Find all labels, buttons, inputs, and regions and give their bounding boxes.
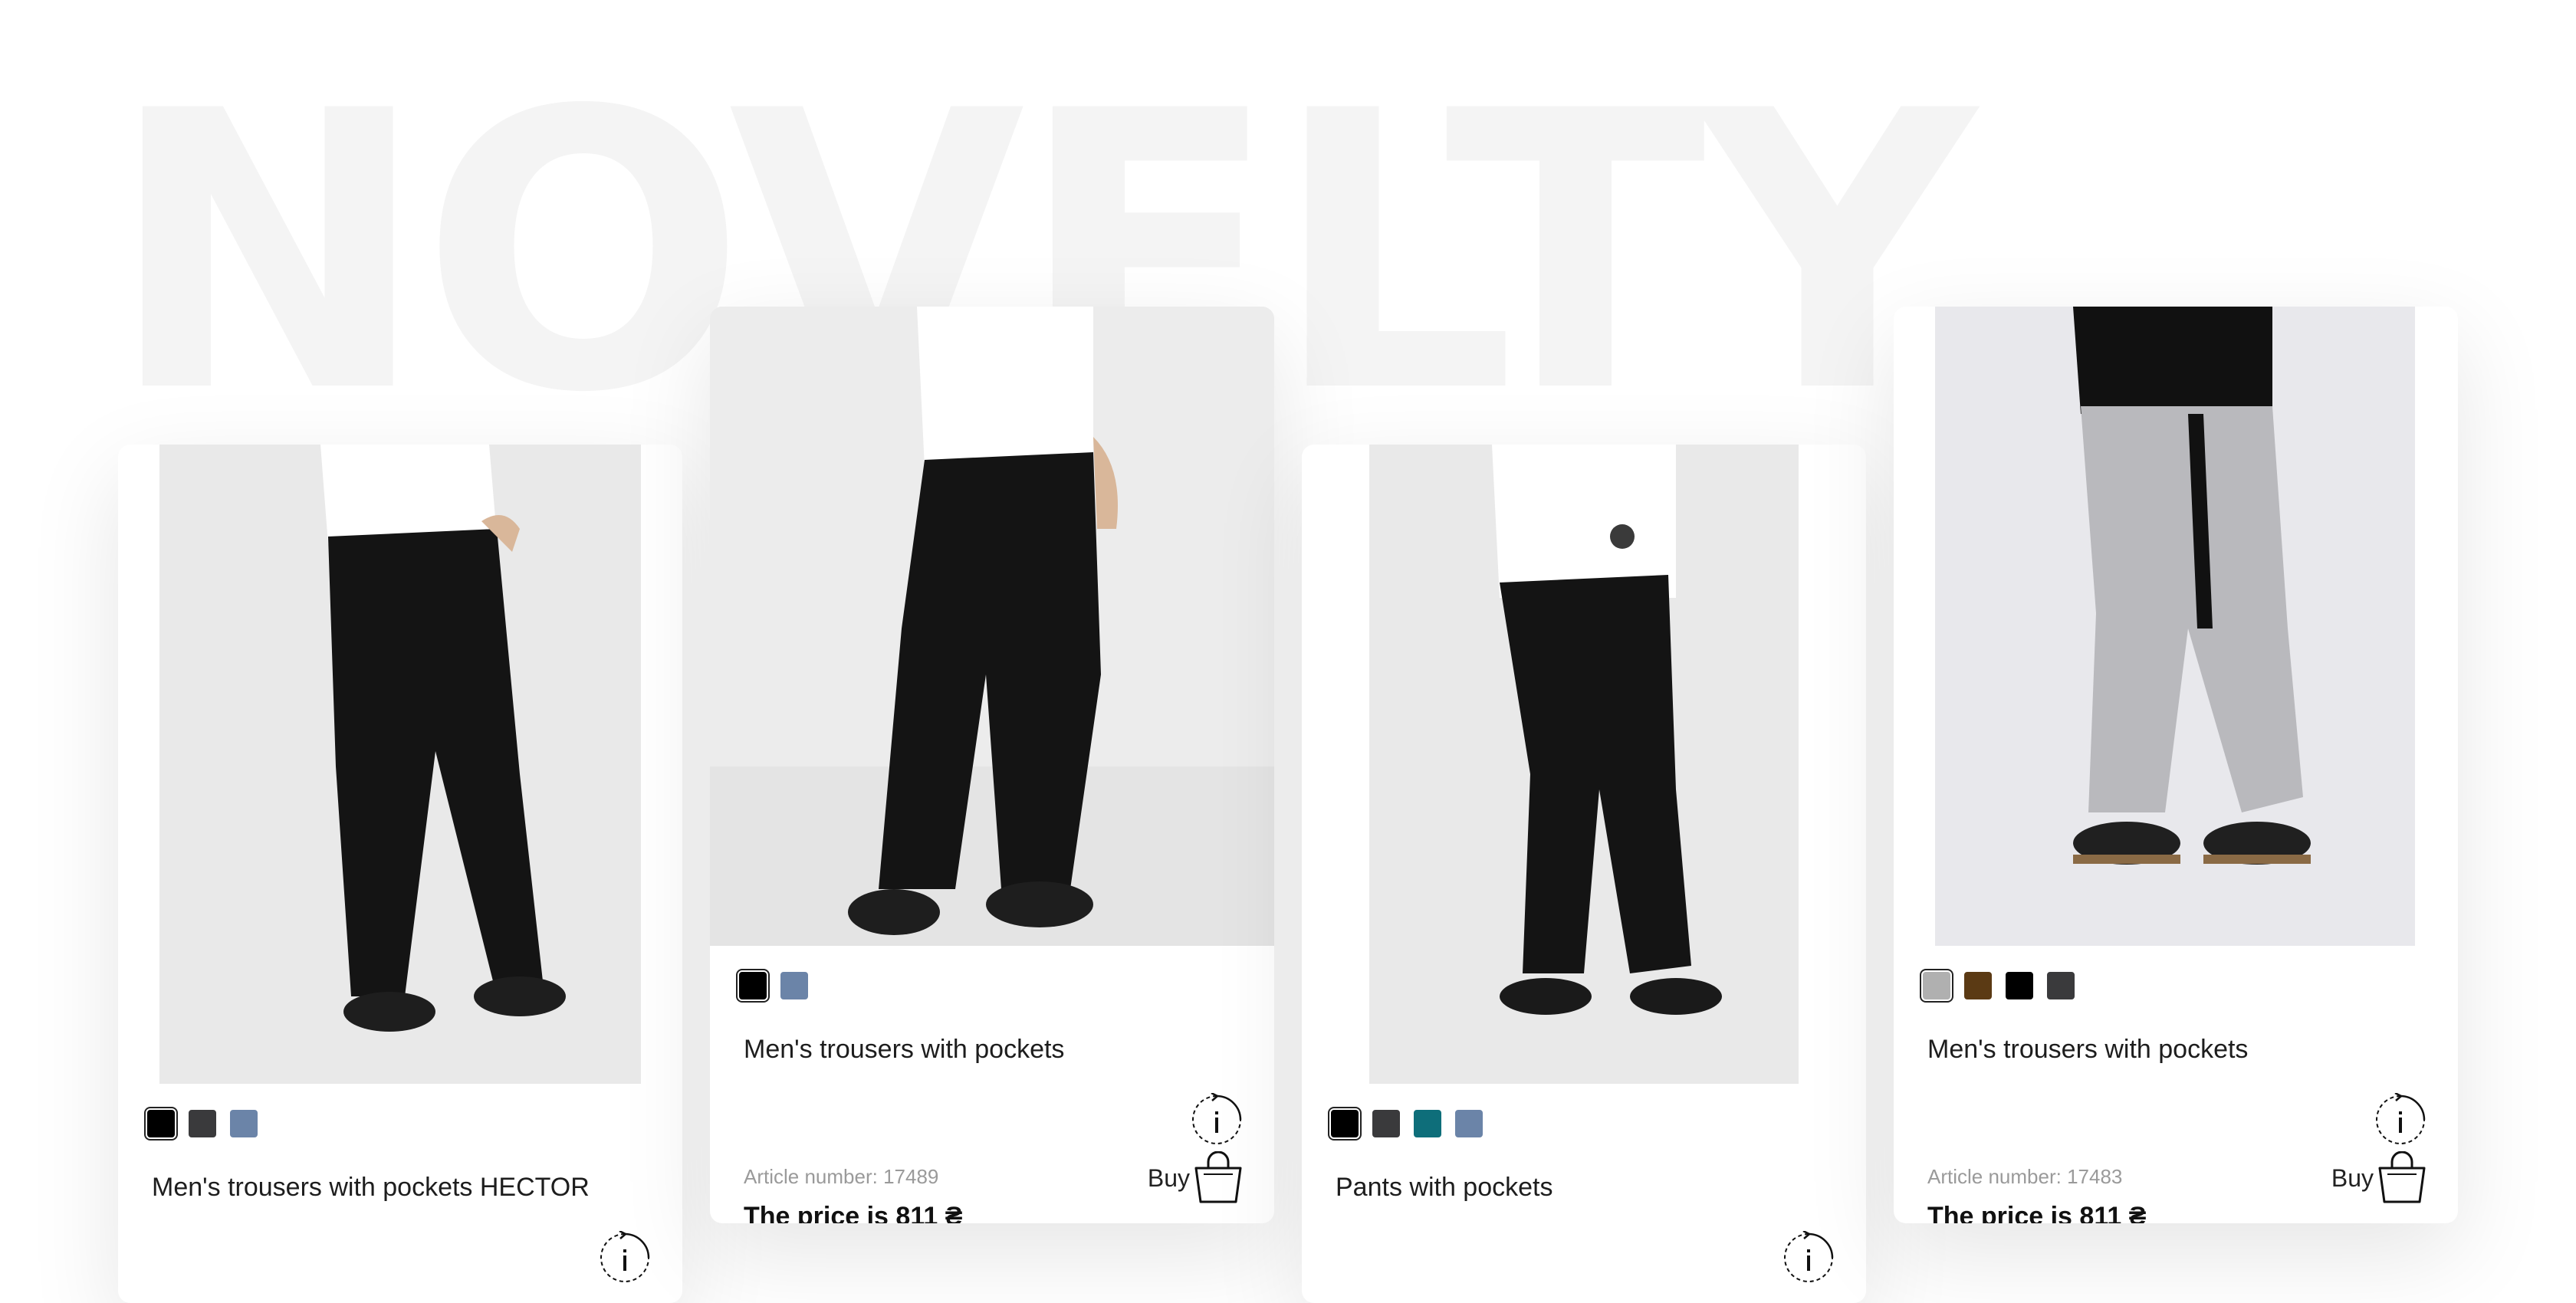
swatch-graphite[interactable] [2045,970,2076,1001]
color-swatches [1329,1108,1484,1139]
shopping-bag-icon [2378,1151,2426,1203]
product-card[interactable]: Men's trousers with pockets Article numb… [1894,307,2458,1223]
price: The price is 811 ₴ [744,1202,963,1223]
price: The price is 811 ₴ [1927,1202,2147,1223]
color-swatches [738,970,810,1001]
color-swatches [1921,970,2076,1001]
swatch-black[interactable] [2004,970,2035,1001]
color-swatches [146,1108,259,1139]
product-title[interactable]: Men's trousers with pockets [1927,1035,2248,1065]
product-card[interactable]: Men's trousers with pockets HECTOR [118,445,682,1303]
buy-button[interactable]: Buy [1148,1151,1244,1205]
product-photo[interactable] [1369,445,1799,1084]
info-rotate-icon[interactable] [1190,1093,1244,1147]
product-card[interactable]: Men's trousers with pockets Article numb… [710,307,1274,1223]
product-photo[interactable] [1935,307,2415,946]
buy-button[interactable]: Buy [2331,1151,2427,1205]
product-photo[interactable] [159,445,641,1084]
info-rotate-icon[interactable] [598,1231,652,1285]
buy-label: Buy [2331,1164,2374,1192]
product-photo[interactable] [710,307,1274,946]
swatch-black[interactable] [738,970,768,1001]
swatch-blue[interactable] [779,970,810,1001]
trousers-photo-black [710,307,1274,946]
swatch-graphite[interactable] [1371,1108,1401,1139]
product-title[interactable]: Men's trousers with pockets [744,1035,1064,1065]
swatch-teal[interactable] [1412,1108,1443,1139]
article-number: Article number: 17489 [744,1165,939,1188]
swatch-black[interactable] [1329,1108,1360,1139]
product-title[interactable]: Pants with pockets [1336,1173,1552,1203]
swatch-blue[interactable] [1454,1108,1484,1139]
swatch-grey[interactable] [1921,970,1952,1001]
product-title[interactable]: Men's trousers with pockets HECTOR [152,1173,590,1203]
article-number: Article number: 17483 [1927,1165,2123,1188]
trousers-photo-grey [1935,307,2415,946]
trousers-photo-black [159,445,641,1084]
swatch-blue[interactable] [228,1108,259,1139]
product-card[interactable]: Pants with pockets [1302,445,1866,1303]
shopping-bag-icon [1194,1151,1242,1203]
buy-label: Buy [1147,1164,1190,1192]
swatch-brown[interactable] [1963,970,1993,1001]
swatch-graphite[interactable] [187,1108,218,1139]
pants-photo-black [1369,445,1799,1084]
info-rotate-icon[interactable] [1782,1231,1835,1285]
info-rotate-icon[interactable] [2374,1093,2427,1147]
swatch-black[interactable] [146,1108,176,1139]
